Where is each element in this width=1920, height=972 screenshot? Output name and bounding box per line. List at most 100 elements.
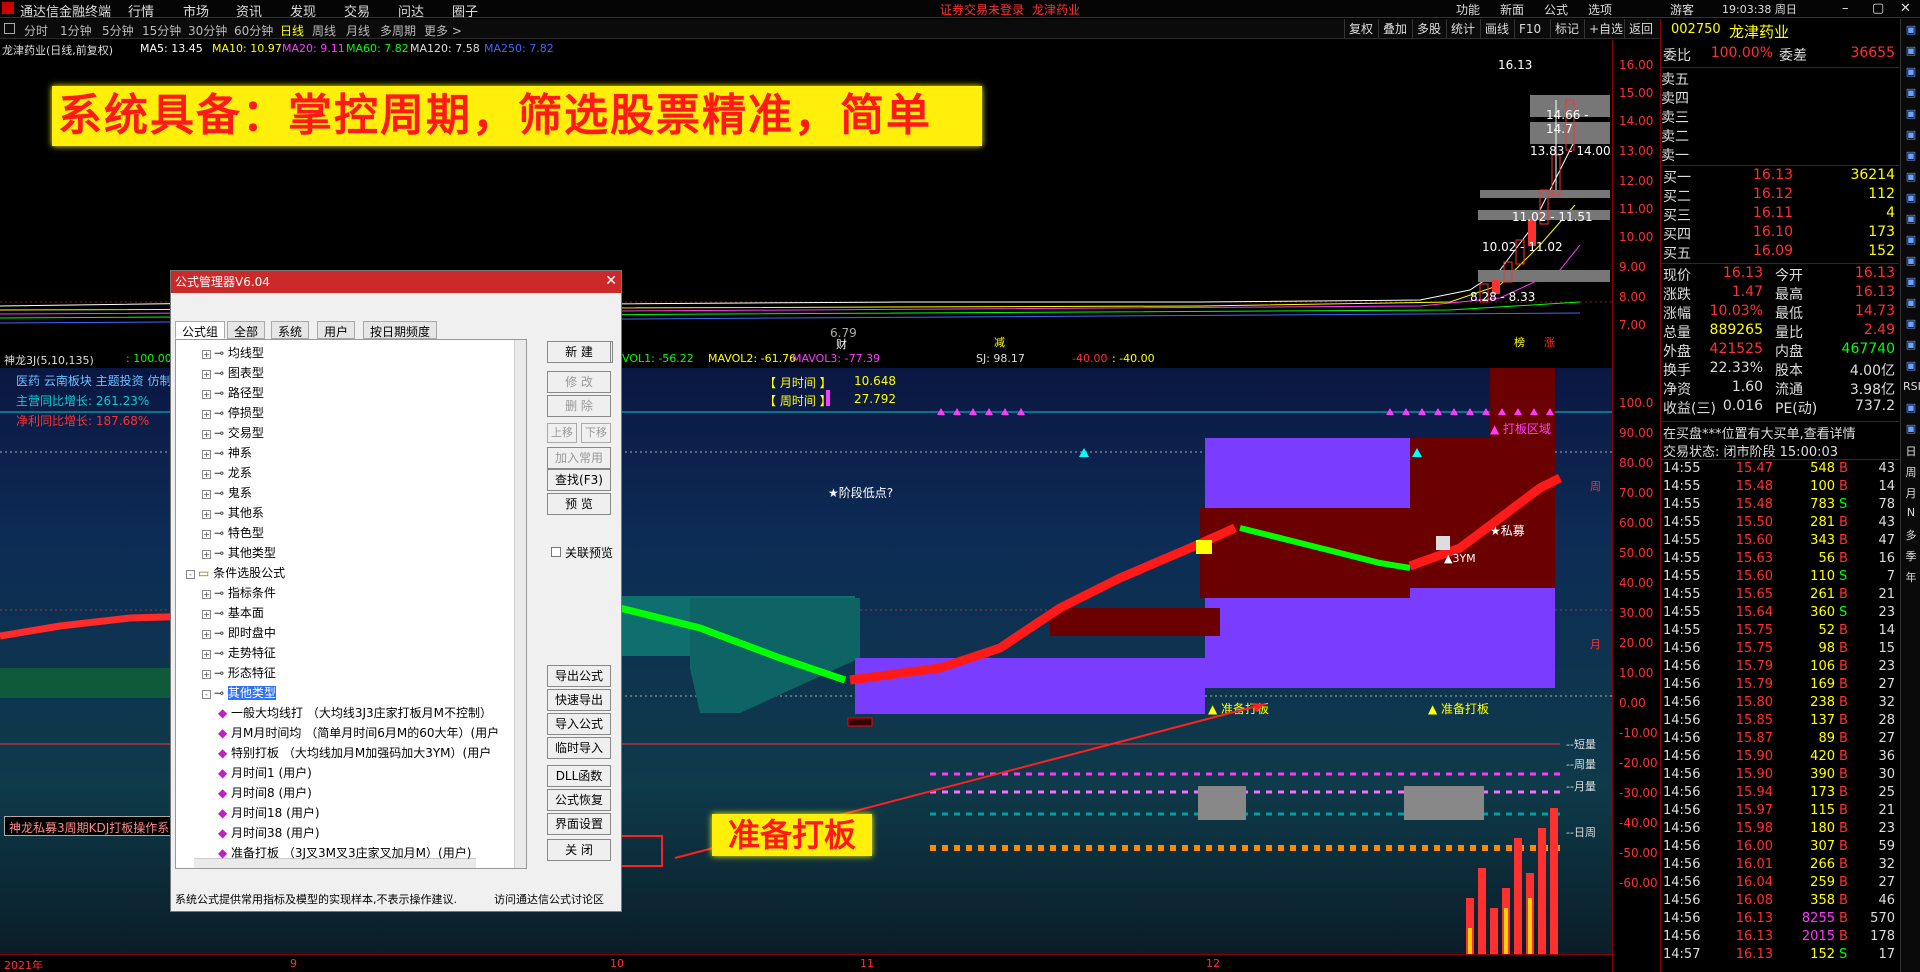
tool-huaxian[interactable]: 画线 [1480,19,1513,39]
user-label[interactable]: 游客 [1670,1,1694,18]
expand-toggle-icon[interactable]: + [202,390,211,399]
side-tool-icon[interactable]: 年 [1903,569,1919,585]
side-tool-icon[interactable]: ▣ [1903,296,1919,312]
period-1min[interactable]: 1分钟 [60,22,92,39]
tree-node[interactable]: - ⊸ 其他类型 [202,684,276,701]
tick-list[interactable]: 14:55 15.47 548 B 43 14:55 15.48 100 B 14 14:55 15.… [1661,461,1899,971]
dialog-button[interactable]: 关 闭 [547,839,611,861]
plugin-system-label[interactable]: 神龙私募3周期KDJ打板操作系 [4,816,174,836]
period-more[interactable]: 更多 > [424,22,462,39]
tree-node[interactable]: + ⊸ 其他系 [202,504,264,521]
tree-node[interactable]: + ⊸ 神系 [202,444,252,461]
tree-node[interactable]: + ⊸ 指标条件 [202,584,276,601]
dialog-button[interactable]: 删 除 [547,395,611,417]
menu-item-quanzi[interactable]: 圈子 [452,1,478,20]
tree-node[interactable]: ◆ 月时间1 (用户) [218,764,312,781]
tree-node[interactable]: ◆ 特别打板 （大均线加月M加强码加大3YM）(用户 [218,744,491,761]
side-tool-icon[interactable]: ▣ [1903,401,1919,417]
tree-node[interactable]: ◆ 月时间38 (用户) [218,824,320,841]
expand-toggle-icon[interactable]: + [202,670,211,679]
menu-item-wenda[interactable]: 问达 [398,1,424,20]
dialog-close-icon[interactable]: ✕ [605,273,617,289]
expand-toggle-icon[interactable]: + [202,430,211,439]
tab-user[interactable]: 用户 [317,321,356,339]
period-15min[interactable]: 15分钟 [142,22,181,39]
tree-node[interactable]: + ⊸ 鬼系 [202,484,252,501]
period-60min[interactable]: 60分钟 [234,22,273,39]
tree-node[interactable]: + ⊸ 其他类型 [202,544,276,561]
tool-tongji[interactable]: 统计 [1446,19,1479,39]
expand-toggle-icon[interactable]: + [202,470,211,479]
dialog-title[interactable]: 公式管理器V6.04 [171,271,621,293]
tree-node[interactable]: + ⊸ 均线型 [202,344,264,361]
minimize-icon[interactable]: – [1842,1,1849,16]
side-tool-icon[interactable]: ▣ [1903,86,1919,102]
side-tool-icon[interactable]: ▣ [1903,170,1919,186]
expand-toggle-icon[interactable]: + [202,490,211,499]
restore-icon[interactable]: ▢ [1872,1,1884,16]
buy4-row[interactable]: 买四 16.10 173 [1663,224,1899,243]
tool-zixuan[interactable]: +自选 [1584,19,1627,39]
buy2-row[interactable]: 买二 16.12 112 [1663,186,1899,205]
expand-toggle-icon[interactable]: - [186,570,195,579]
tab-all[interactable]: 全部 [227,321,266,339]
reduce-mark[interactable]: 减 [994,334,1005,350]
expand-toggle-icon[interactable]: + [202,370,211,379]
period-30min[interactable]: 30分钟 [188,22,227,39]
tool-biaoji[interactable]: 标记 [1550,19,1583,39]
rank-mark[interactable]: 榜 [1514,334,1525,350]
side-tool-icon[interactable]: ▣ [1903,191,1919,207]
side-tool-icon[interactable]: ▣ [1903,422,1919,438]
period-daily[interactable]: 日线 [280,22,304,39]
tool-f10[interactable]: F10 [1514,19,1545,39]
tree-node[interactable]: ◆ 准备打板 （3J叉3M叉3庄家叉加月M）(用户) [218,844,471,861]
expand-toggle-icon[interactable]: + [202,350,211,359]
side-tool-icon[interactable]: ▣ [1903,65,1919,81]
formula-tree[interactable]: + ⊸ 均线型 + ⊸ 图表型 + ⊸ 路径型 + ⊸ 停损型 + ⊸ 交易型 + ⊸ 神系 + ⊸ 龙系… [175,339,527,869]
expand-toggle-icon[interactable]: + [202,410,211,419]
tab-system[interactable]: 系统 [271,321,310,339]
period-weekly[interactable]: 周线 [312,22,336,39]
expand-toggle-icon[interactable]: + [202,610,211,619]
tree-scrollbar[interactable] [514,340,526,868]
side-tool-icon[interactable]: ▣ [1903,275,1919,291]
side-tool-icon[interactable]: ▣ [1903,254,1919,270]
side-tool-icon[interactable]: ▣ [1903,149,1919,165]
menu-item-shichang[interactable]: 市场 [183,1,209,20]
tree-node[interactable]: - ▭ 条件选股公式 [186,564,285,581]
period-monthly[interactable]: 月线 [346,22,370,39]
dialog-button[interactable]: 查找(F3) [547,469,611,491]
expand-toggle-icon[interactable]: - [202,690,211,699]
side-tool-icon[interactable]: RSI [1903,380,1920,396]
tool-fanhui[interactable]: 返回 [1624,19,1657,39]
tree-node[interactable]: ◆ 月时间18 (用户) [218,804,320,821]
tree-node[interactable]: + ⊸ 即时盘中 [202,624,276,641]
dialog-button[interactable]: 预 览 [547,493,611,515]
buy1-row[interactable]: 买一 16.13 36214 [1663,167,1899,186]
side-tool-icon[interactable]: ▣ [1903,23,1919,39]
side-tool-icon[interactable]: ▣ [1903,212,1919,228]
dialog-button[interactable]: 公式恢复 [547,789,611,811]
period-5min[interactable]: 5分钟 [102,22,134,39]
indicator-name[interactable]: 神龙3J(5,10,135) [4,352,94,368]
menu-item-jiaoyi[interactable]: 交易 [344,1,370,20]
menu-item-gongshi[interactable]: 公式 [1544,1,1568,18]
tab-by-frequency[interactable]: 按日期频度 [363,321,438,339]
forum-link[interactable]: 访问通达信公式讨论区 [494,891,604,907]
tree-node[interactable]: ◆ 一般大均线打 （大均线3J3庄家打板月M不控制） [218,704,492,721]
close-icon[interactable]: ✕ [1900,1,1911,16]
tree-node[interactable]: ◆ 月M月时间均 （简单月时间6月M的60大年）(用户 [218,724,499,741]
dialog-button[interactable]: 新 建 [547,341,611,363]
tree-node[interactable]: + ⊸ 龙系 [202,464,252,481]
expand-toggle-icon[interactable]: + [202,550,211,559]
side-tool-icon[interactable]: ▣ [1903,107,1919,123]
expand-toggle-icon[interactable]: + [202,630,211,639]
dialog-button[interactable]: 导入公式 [547,713,611,735]
side-tool-icon[interactable]: N [1903,506,1919,522]
dialog-button[interactable]: 导出公式 [547,665,611,687]
tree-node[interactable]: + ⊸ 交易型 [202,424,264,441]
tree-node[interactable]: + ⊸ 基本面 [202,604,264,621]
side-tool-icon[interactable]: ▣ [1903,359,1919,375]
side-tool-icon[interactable]: ▣ [1903,233,1919,249]
tool-diejia[interactable]: 叠加 [1378,19,1411,39]
